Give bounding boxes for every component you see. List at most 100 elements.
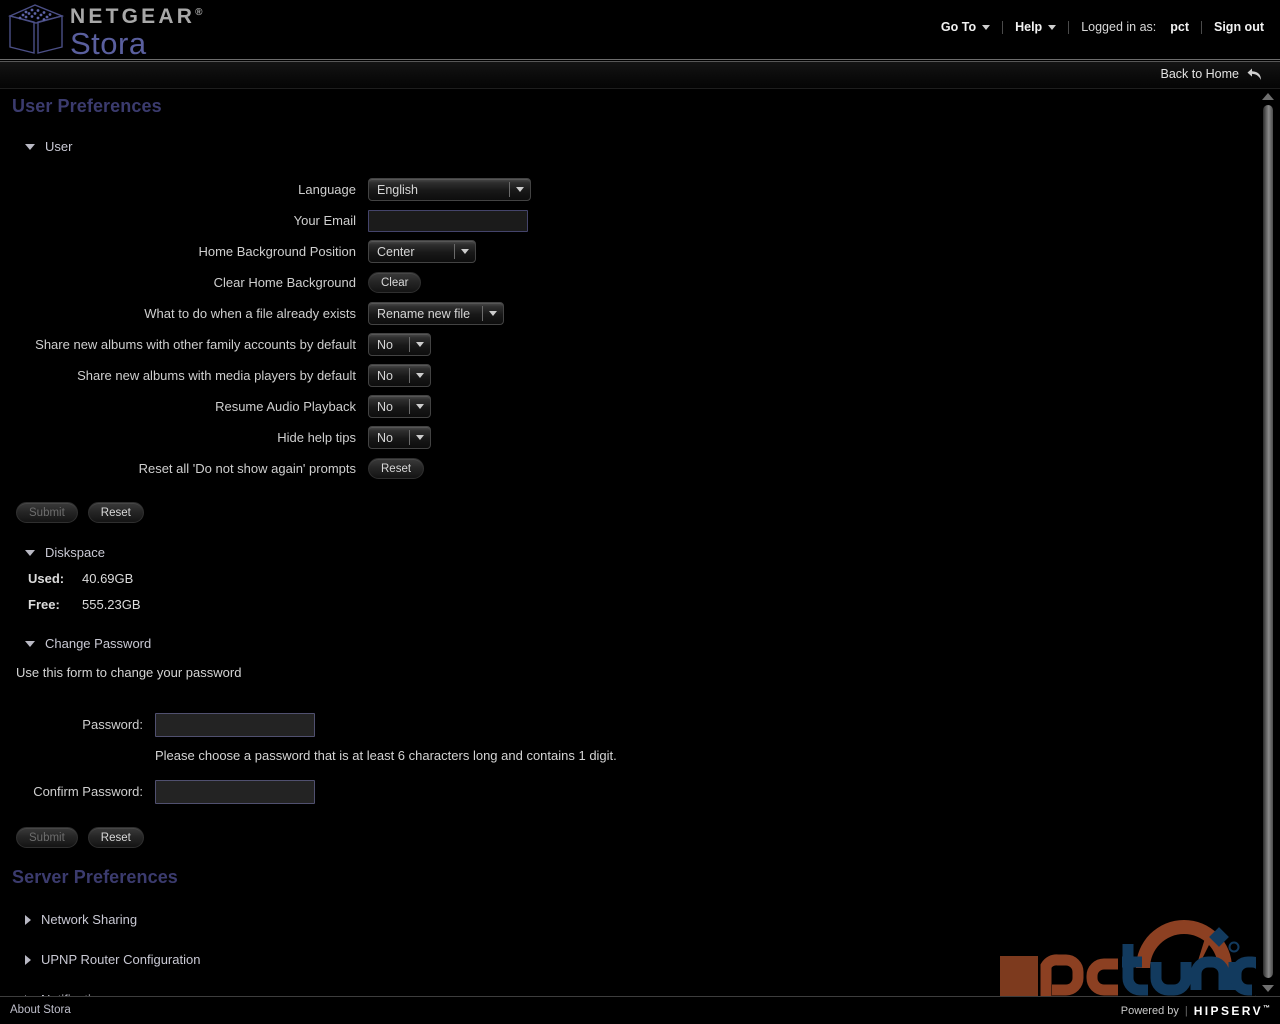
select-resume-audio-playback[interactable]: No	[368, 395, 431, 418]
label-password: Password:	[82, 717, 143, 732]
triangle-right-icon	[25, 914, 31, 925]
page-header: NETGEAR® Stora Go To Help Logged in as: …	[0, 0, 1280, 61]
chevron-down-icon	[410, 404, 430, 409]
label-confirm-password: Confirm Password:	[33, 784, 143, 799]
select-file-already-exists[interactable]: Rename new file	[368, 302, 504, 325]
password-hint: Please choose a password that is at leas…	[155, 748, 617, 763]
password-hint-row: Please choose a password that is at leas…	[0, 740, 1256, 771]
section-user-label: User	[45, 139, 73, 154]
section-diskspace-label: Diskspace	[45, 545, 105, 560]
section-diskspace[interactable]: Diskspace	[0, 545, 1256, 560]
triangle-down-icon	[25, 143, 35, 150]
sign-out-link[interactable]: Sign out	[1202, 20, 1264, 34]
triangle-right-icon	[25, 954, 31, 965]
stora-cube-icon	[8, 4, 64, 54]
main-content: User Preferences User Language English Y…	[0, 89, 1256, 996]
diskspace-used-value: 40.69GB	[82, 571, 134, 586]
form-row-email: Your Email	[0, 205, 1256, 236]
label-clear-home-background: Clear Home Background	[213, 275, 356, 290]
chevron-down-icon	[410, 435, 430, 440]
scroll-down-arrow-icon[interactable]	[1262, 985, 1274, 992]
password-field[interactable]	[155, 712, 315, 737]
logged-in-status: Logged in as: pct	[1069, 20, 1201, 34]
user-preferences-form: Language English Your Email Home Backgro…	[0, 174, 1256, 484]
label-share-family-accounts: Share new albums with other family accou…	[35, 337, 356, 352]
section-upnp-router-configuration-label: UPNP Router Configuration	[41, 952, 201, 967]
form-row-language: Language English	[0, 174, 1256, 205]
brand-stora: Stora	[70, 26, 147, 61]
label-share-media-players: Share new albums with media players by d…	[77, 368, 356, 383]
label-hide-help-tips: Hide help tips	[277, 430, 356, 445]
label-resume-audio-playback: Resume Audio Playback	[215, 399, 356, 414]
powered-by-label: Powered by	[1120, 1005, 1179, 1017]
back-to-home-label: Back to Home	[1160, 67, 1239, 81]
hipserv-brand: HIPSERV™	[1193, 1004, 1270, 1018]
scroll-up-arrow-icon[interactable]	[1262, 93, 1274, 100]
password-submit-button[interactable]: Submit	[16, 827, 78, 848]
chevron-down-icon	[982, 24, 991, 30]
nav-goto-label: Go To	[940, 20, 977, 34]
nav-help[interactable]: Help	[1003, 20, 1068, 34]
about-stora-link[interactable]: About Stora	[10, 1004, 71, 1016]
diskspace-free-key: Free:	[28, 597, 60, 612]
header-divider-top	[0, 59, 1280, 60]
top-navigation: Go To Help Logged in as: pct Sign out	[941, 20, 1264, 34]
chevron-down-icon	[410, 342, 430, 347]
user-reset-button[interactable]: Reset	[87, 502, 144, 523]
form-row-home-bg-position: Home Background Position Center	[0, 236, 1256, 267]
vertical-scrollbar[interactable]	[1256, 89, 1280, 996]
brand-netgear: NETGEAR®	[70, 5, 203, 28]
back-to-home-link[interactable]: Back to Home	[1160, 67, 1262, 81]
section-upnp-router-configuration[interactable]: UPNP Router Configuration	[0, 952, 1256, 967]
chevron-down-icon	[510, 187, 530, 192]
form-row-file-exists: What to do when a file already exists Re…	[0, 298, 1256, 329]
select-hide-help-tips[interactable]: No	[368, 426, 431, 449]
label-language: Language	[298, 182, 356, 197]
select-share-family-accounts-value: No	[377, 337, 393, 352]
select-home-background-position[interactable]: Center	[368, 240, 476, 263]
page-footer: About Stora Powered by | HIPSERV™	[0, 996, 1280, 1024]
netgear-stora-logo[interactable]: NETGEAR® Stora	[8, 2, 202, 61]
select-language-value: English	[377, 182, 418, 197]
select-home-background-position-value: Center	[377, 244, 415, 259]
label-file-already-exists: What to do when a file already exists	[144, 306, 356, 321]
form-row-confirm-password: Confirm Password:	[0, 776, 1256, 807]
chevron-down-icon	[483, 311, 503, 316]
stora-admin-page: NETGEAR® Stora Go To Help Logged in as: …	[0, 0, 1280, 1024]
logged-in-label: Logged in as:	[1081, 20, 1157, 34]
diskspace-used-row: Used: 40.69GB	[0, 571, 1256, 586]
user-submit-button[interactable]: Submit	[16, 502, 78, 523]
form-row-reset-prompts: Reset all 'Do not show again' prompts Re…	[0, 453, 1256, 484]
chevron-down-icon	[410, 373, 430, 378]
diskspace-free-row: Free: 555.23GB	[0, 597, 1256, 612]
nav-goto[interactable]: Go To	[941, 20, 1002, 34]
select-file-already-exists-value: Rename new file	[377, 306, 471, 321]
select-resume-audio-playback-value: No	[377, 399, 393, 414]
section-network-sharing-label: Network Sharing	[41, 912, 138, 927]
section-change-password[interactable]: Change Password	[0, 636, 1256, 651]
password-form-actions: Submit Reset	[0, 827, 1256, 848]
label-home-background-position: Home Background Position	[198, 244, 356, 259]
email-field[interactable]	[368, 209, 528, 232]
back-arrow-icon	[1247, 68, 1261, 80]
select-share-family-accounts[interactable]: No	[368, 333, 431, 356]
triangle-down-icon	[25, 640, 35, 647]
clear-home-background-button[interactable]: Clear	[368, 272, 422, 293]
select-share-media-players-value: No	[377, 368, 393, 383]
scrollbar-thumb[interactable]	[1263, 105, 1273, 978]
change-password-intro: Use this form to change your password	[16, 665, 242, 680]
confirm-password-field[interactable]	[155, 779, 315, 804]
section-user[interactable]: User	[0, 139, 1256, 154]
select-share-media-players[interactable]: No	[368, 364, 431, 387]
form-row-share-family: Share new albums with other family accou…	[0, 329, 1256, 360]
powered-by: Powered by | HIPSERV™	[1121, 1004, 1270, 1018]
section-network-sharing[interactable]: Network Sharing	[0, 912, 1256, 927]
user-form-actions: Submit Reset	[0, 502, 1256, 523]
reset-prompts-button[interactable]: Reset	[368, 458, 425, 479]
select-hide-help-tips-value: No	[377, 430, 393, 445]
page-title-server-preferences: Server Preferences	[12, 867, 178, 887]
section-change-password-label: Change Password	[45, 636, 152, 651]
select-language[interactable]: English	[368, 178, 531, 201]
label-your-email: Your Email	[293, 213, 356, 228]
password-reset-button[interactable]: Reset	[87, 827, 144, 848]
